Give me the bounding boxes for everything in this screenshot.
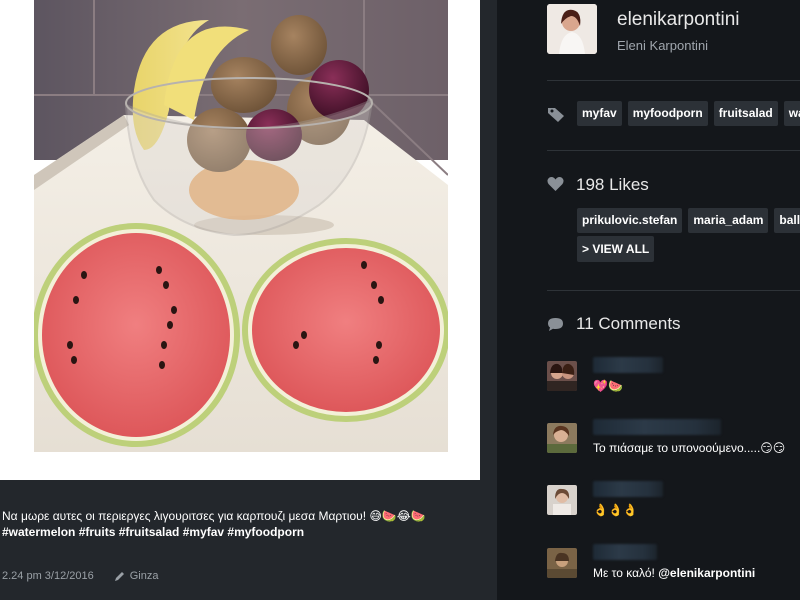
- avatar[interactable]: [547, 485, 577, 515]
- comment-mention[interactable]: @elenikarpontini: [658, 566, 755, 580]
- post-photo[interactable]: [34, 0, 448, 452]
- tag-chip[interactable]: myfoodporn: [627, 101, 708, 126]
- post-details-panel: elenikarpontini Eleni Karpontini myfav m…: [547, 0, 800, 600]
- pencil-icon: [114, 570, 126, 582]
- comment-text: Με το καλό! @elenikarpontini: [593, 566, 756, 580]
- post-media-panel: Να μωρε αυτες οι περιεργες λιγουριτσες γ…: [0, 0, 497, 600]
- tag-chip[interactable]: fruitsalad: [713, 101, 778, 126]
- avatar[interactable]: [547, 361, 577, 391]
- comment-item: Με το καλό! @elenikarpontini: [547, 544, 800, 584]
- comment-text: 👌👌👌: [593, 503, 638, 517]
- comments-header: 11 Comments: [547, 313, 800, 335]
- liker-chip[interactable]: maria_adam: [688, 208, 769, 233]
- divider: [547, 80, 800, 81]
- view-all-label[interactable]: > VIEW ALL: [577, 236, 655, 262]
- comment-text: Το πιάσαμε το υπονοούμενο.....😏😏: [593, 441, 786, 455]
- comments-count: 11 Comments: [576, 314, 681, 333]
- avatar[interactable]: [547, 423, 577, 453]
- avatar[interactable]: [547, 4, 597, 54]
- view-all-likes-button[interactable]: > VIEW ALL: [577, 236, 655, 262]
- profile-header[interactable]: elenikarpontini Eleni Karpontini: [547, 4, 800, 56]
- post-caption: Να μωρε αυτες οι περιεργες λιγουριτσες γ…: [2, 508, 472, 540]
- post-location[interactable]: Ginza: [130, 570, 159, 582]
- photo-frame: [0, 0, 480, 480]
- redacted-username: [593, 357, 663, 373]
- comment-item: 👌👌👌: [547, 481, 800, 521]
- panel-divider: [497, 0, 547, 600]
- post-timestamp: 2.24 pm 3/12/2016: [2, 570, 94, 582]
- comment-text: 💖🍉: [593, 379, 623, 393]
- profile-username[interactable]: elenikarpontini: [617, 9, 740, 31]
- redacted-username: [593, 544, 657, 560]
- heart-icon: [547, 176, 564, 192]
- post-meta: 2.24 pm 3/12/2016 Ginza: [2, 570, 159, 582]
- likes-count: 198 Likes: [576, 175, 649, 194]
- tag-icon: [547, 106, 565, 122]
- comment-item: 💖🍉: [547, 357, 800, 397]
- caption-hashtags[interactable]: #watermelon #fruits #fruitsalad #myfav #…: [2, 524, 472, 540]
- likers-list: prikulovic.stefan maria_adam ballin: [577, 208, 800, 233]
- redacted-username: [593, 481, 663, 497]
- likes-header[interactable]: 198 Likes: [547, 174, 800, 196]
- comment-item: Το πιάσαμε το υπονοούμενο.....😏😏: [547, 419, 800, 459]
- liker-chip[interactable]: ballin: [774, 208, 800, 233]
- tag-list: myfav myfoodporn fruitsalad watermelon: [577, 101, 800, 126]
- caption-text: Να μωρε αυτες οι περιεργες λιγουριτσες γ…: [2, 509, 426, 523]
- tag-chip[interactable]: watermelon: [783, 101, 800, 126]
- liker-chip[interactable]: prikulovic.stefan: [577, 208, 683, 233]
- avatar[interactable]: [547, 548, 577, 578]
- divider: [547, 290, 800, 291]
- divider: [547, 150, 800, 151]
- tags-row: myfav myfoodporn fruitsalad watermelon: [547, 101, 800, 127]
- speech-bubble-icon: [547, 317, 564, 332]
- profile-full-name: Eleni Karpontini: [617, 38, 709, 53]
- tag-chip[interactable]: myfav: [577, 101, 622, 126]
- redacted-username: [593, 419, 721, 435]
